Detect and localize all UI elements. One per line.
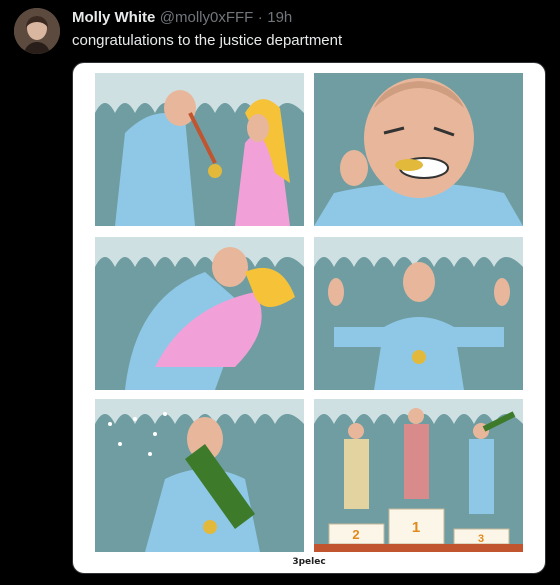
comic-illustration — [95, 399, 304, 552]
separator-dot: · — [257, 9, 263, 26]
avatar[interactable] — [14, 8, 60, 54]
comic-panel-2 — [314, 73, 523, 226]
comic-illustration: 2 1 3 — [314, 399, 523, 552]
comic-panel-3 — [95, 237, 304, 390]
comic-panel-1 — [95, 73, 304, 226]
comic-illustration — [314, 237, 523, 390]
author-name[interactable]: Molly White — [72, 9, 155, 26]
timestamp[interactable]: 19h — [267, 9, 292, 26]
avatar-photo — [14, 8, 60, 54]
tweet-header: Molly White @molly0xFFF · 19h — [72, 9, 550, 27]
podium-label-2: 2 — [352, 527, 359, 542]
tweet-text: congratulations to the justice departmen… — [72, 32, 343, 49]
comic-illustration — [95, 237, 304, 390]
comic-panel-6: 2 1 3 — [314, 399, 523, 552]
comic-illustration — [95, 73, 304, 226]
podium-label-3: 3 — [478, 533, 484, 545]
comic-panel-5 — [95, 399, 304, 552]
podium-label-1: 1 — [412, 519, 420, 536]
media-card[interactable]: 2 1 3 3pelec — [72, 62, 546, 574]
author-handle[interactable]: @molly0xFFF — [160, 9, 254, 26]
artist-credit: 3pelec — [292, 557, 326, 567]
comic-panel-4 — [314, 237, 523, 390]
comic-illustration — [314, 73, 523, 226]
